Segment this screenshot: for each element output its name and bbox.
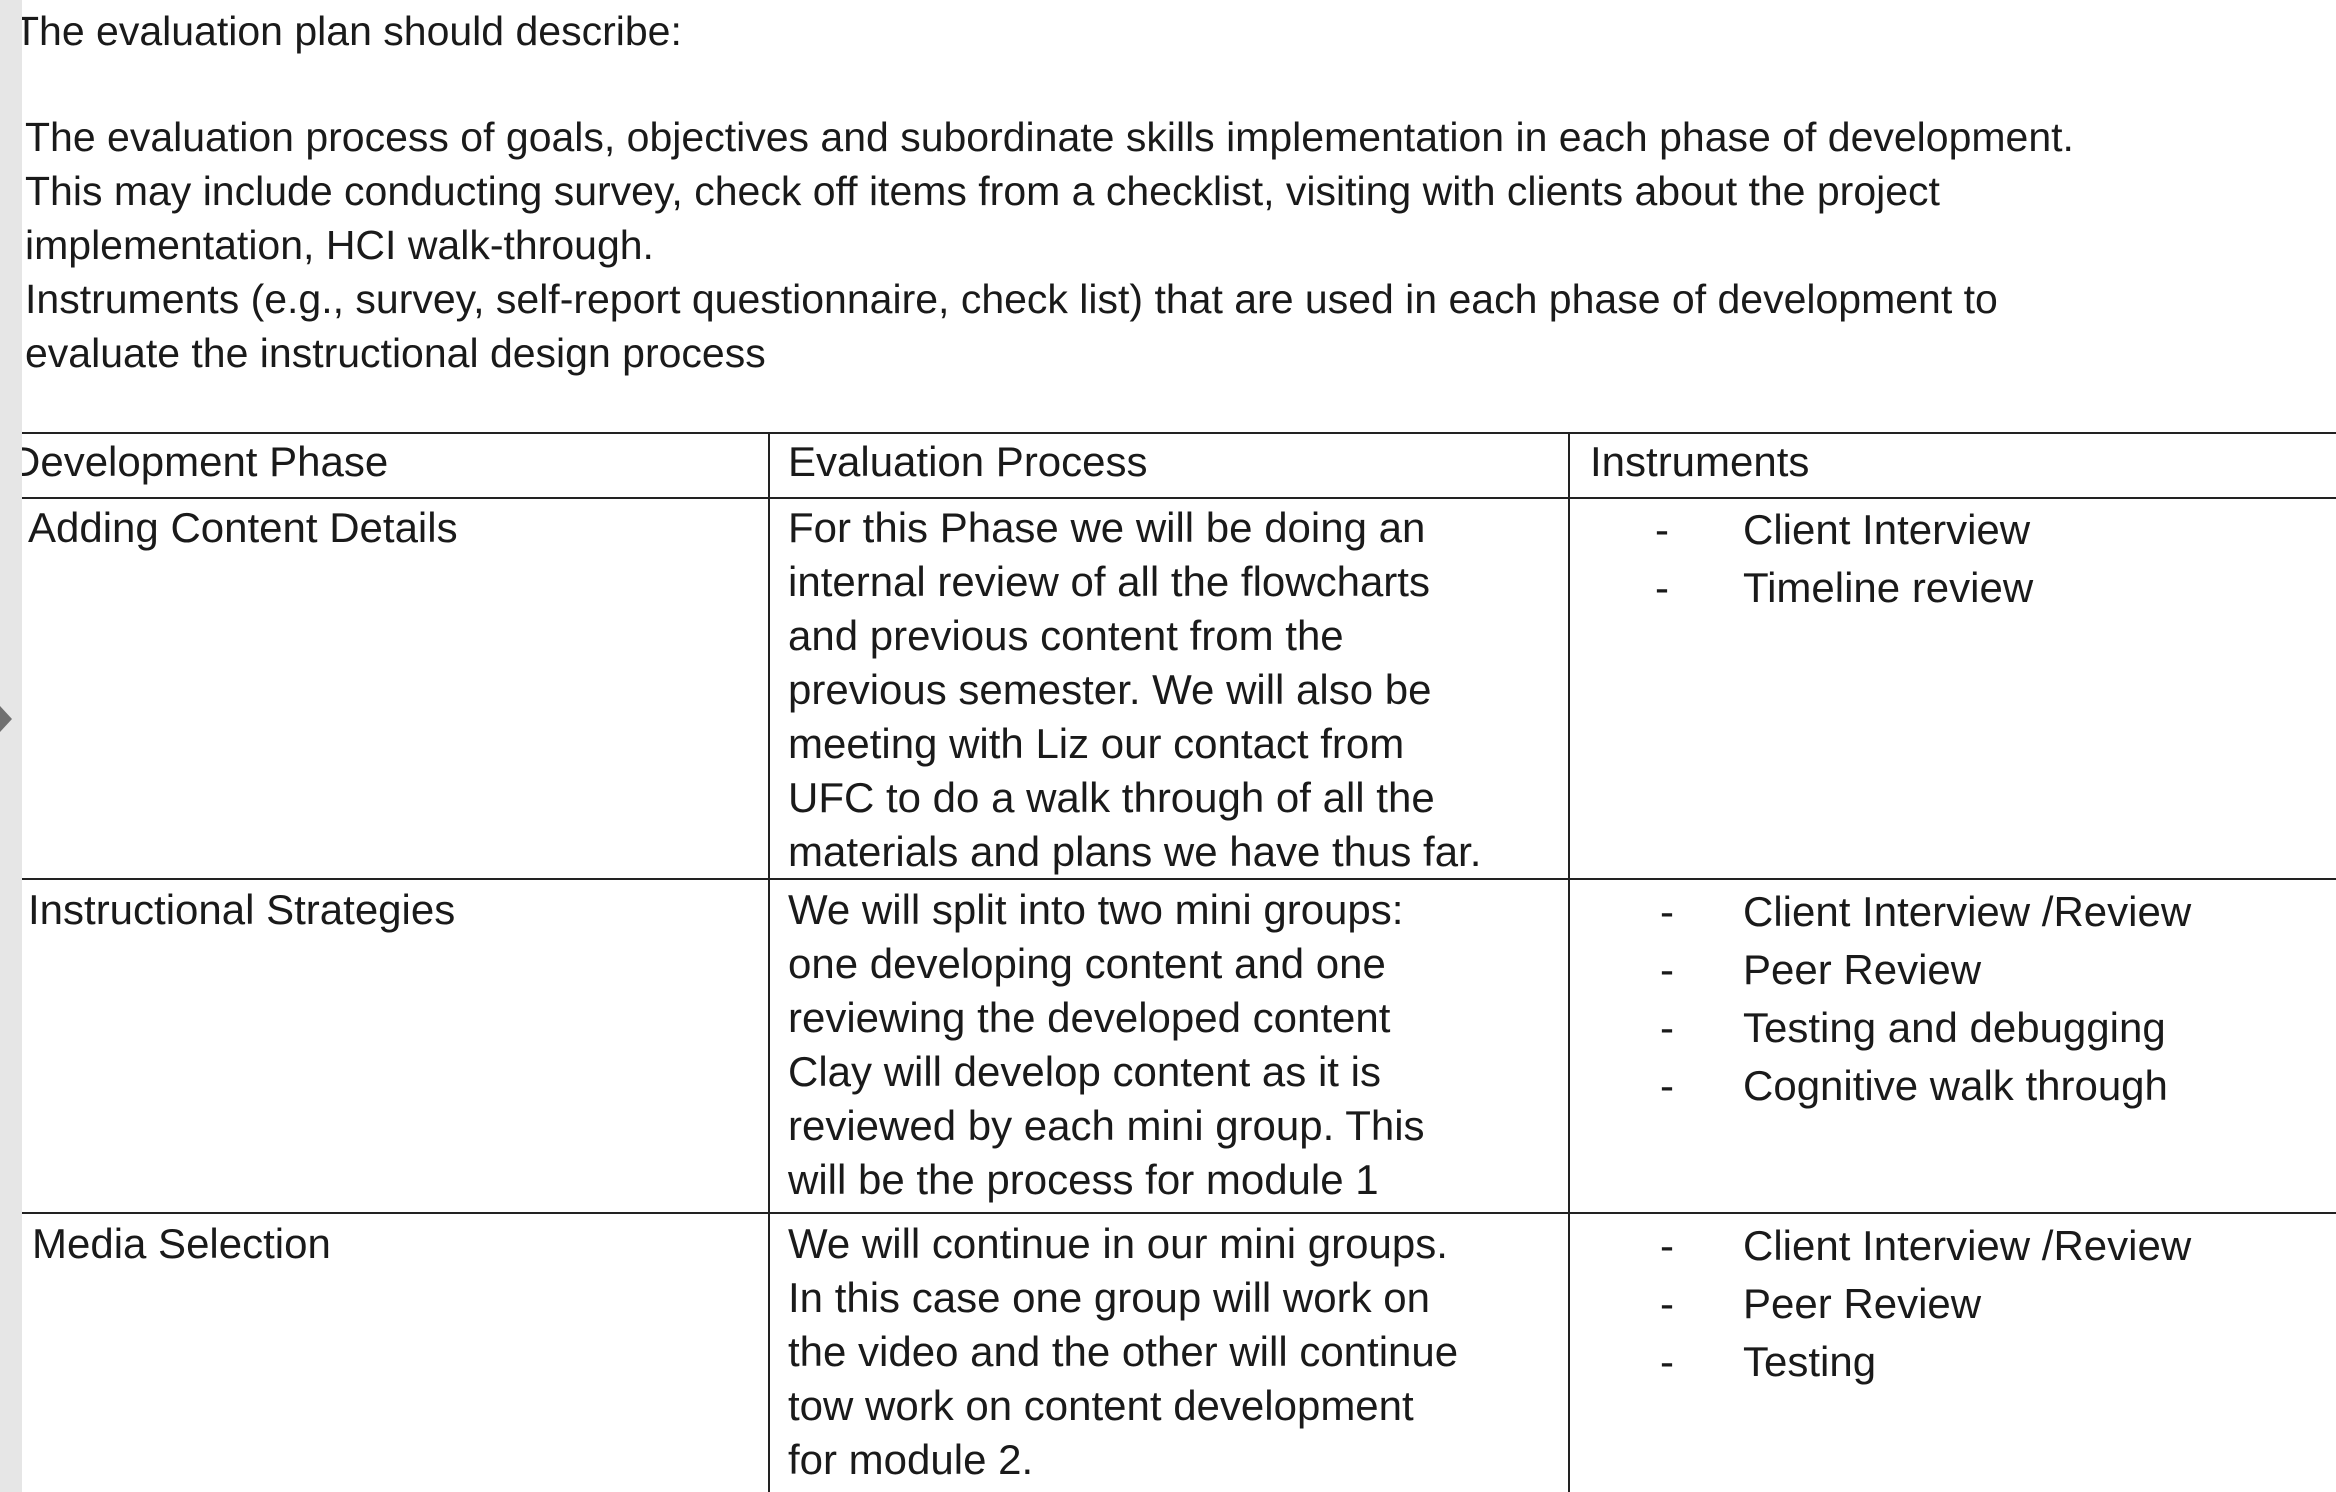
intro-line: Instruments (e.g., survey, self-report q… [25, 276, 1998, 322]
bullet-dash: - [1660, 1062, 1674, 1109]
table-row-divider [22, 1212, 2336, 1214]
bullet-dash: - [1660, 1004, 1674, 1051]
process-line: will be the process for module 1 [788, 1156, 1379, 1203]
phase-cell: Instructional Strategies [28, 886, 456, 933]
intro-heading: The evaluation plan should describe: [22, 8, 682, 54]
instrument-text: Client Interview [1743, 506, 2031, 553]
process-line: meeting with Liz our contact from [788, 720, 1405, 767]
phase-cell: Media Selection [32, 1220, 331, 1267]
intro-line: The evaluation process of goals, objecti… [25, 114, 2074, 160]
bullet-dash: - [1660, 888, 1674, 935]
table-header-instruments: Instruments [1590, 438, 1810, 485]
instrument-text: Testing and debugging [1743, 1004, 2166, 1051]
instrument-text: Cognitive walk through [1743, 1062, 2168, 1109]
process-line: and previous content from the [788, 612, 1344, 659]
process-line: For this Phase we will be doing an [788, 504, 1426, 551]
instrument-text: Testing [1743, 1338, 1877, 1385]
process-line: In this case one group will work on [788, 1274, 1430, 1321]
process-line: internal review of all the flowcharts [788, 558, 1430, 605]
instrument-text: Peer Review [1743, 946, 1982, 993]
instrument-text: Peer Review [1743, 1280, 1982, 1327]
process-line: one developing content and one [788, 940, 1386, 987]
table-border-top [22, 432, 2336, 434]
bullet-dash: - [1660, 1222, 1674, 1269]
document-left-gutter [0, 0, 23, 1492]
process-line: reviewed by each mini group. This [788, 1102, 1425, 1149]
phase-cell: Adding Content Details [28, 504, 458, 551]
bullet-dash: - [1655, 564, 1669, 611]
process-line: previous semester. We will also be [788, 666, 1432, 713]
expand-arrow-icon[interactable] [0, 706, 12, 732]
table-column-divider [768, 432, 770, 1492]
bullet-dash: - [1660, 946, 1674, 993]
document-page: The evaluation plan should describe: The… [22, 0, 2336, 1492]
bullet-dash: - [1660, 1338, 1674, 1385]
bullet-dash: - [1660, 1280, 1674, 1327]
process-line: We will continue in our mini groups. [788, 1220, 1448, 1267]
intro-line: implementation, HCI walk-through. [25, 222, 654, 268]
instrument-text: Timeline review [1743, 564, 2034, 611]
process-line: the video and the other will continue [788, 1328, 1459, 1375]
process-line: materials and plans we have thus far. [788, 828, 1482, 875]
table-column-divider [1568, 432, 1570, 1492]
table-header-process: Evaluation Process [788, 438, 1148, 485]
process-line: reviewing the developed content [788, 994, 1391, 1041]
instrument-text: Client Interview /Review [1743, 1222, 2192, 1269]
table-header-divider [22, 497, 2336, 499]
process-line: tow work on content development [788, 1382, 1414, 1429]
process-line: for module 2. [788, 1436, 1034, 1483]
intro-line: evaluate the instructional design proces… [25, 330, 766, 376]
table-header-phase: Development Phase [22, 438, 389, 485]
intro-line: This may include conducting survey, chec… [25, 168, 1940, 214]
bullet-dash: - [1655, 506, 1669, 553]
process-line: We will split into two mini groups: [788, 886, 1404, 933]
instrument-text: Client Interview /Review [1743, 888, 2192, 935]
process-line: Clay will develop content as it is [788, 1048, 1381, 1095]
process-line: UFC to do a walk through of all the [788, 774, 1435, 821]
